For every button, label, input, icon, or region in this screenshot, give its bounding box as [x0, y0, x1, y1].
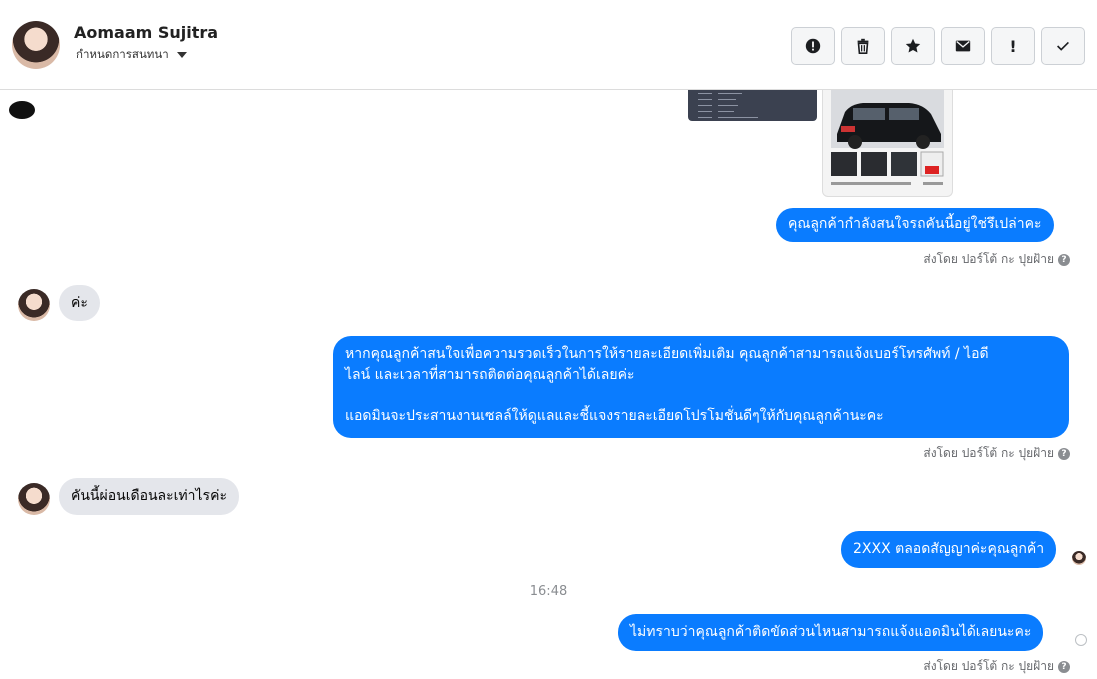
delete-button[interactable]	[841, 27, 885, 65]
exclamation-icon: !	[1009, 36, 1017, 56]
message-text-line: หากคุณลูกค้าสนใจเพื่อความรวดเร็วในการให้…	[345, 346, 989, 362]
customer-avatar[interactable]	[18, 289, 50, 321]
caret-down-icon	[176, 52, 187, 58]
sent-status-icon	[1075, 634, 1087, 646]
customer-avatar[interactable]	[18, 483, 50, 515]
page-logo	[9, 101, 35, 119]
message-text-line: แอดมินจะประสานงานเซลล์ให้ดูแลและชี้แจงรา…	[345, 408, 884, 424]
envelope-icon	[955, 40, 971, 52]
help-icon[interactable]: ?	[1058, 447, 1070, 460]
message-text-line: ไลน์ และเวลาที่สามารถติดต่อคุณลูกค้าได้เ…	[345, 367, 635, 383]
message-bubble-incoming[interactable]: คันนี้ผ่อนเดือนละเท่าไรค่ะ	[59, 478, 239, 515]
sent-by-label: ส่งโดย ปอร์โต้ กะ ปุยฝ้าย ?	[923, 444, 1070, 463]
car-image	[831, 90, 944, 185]
help-icon[interactable]: ?	[1058, 660, 1070, 673]
message-bubble-outgoing[interactable]: 2XXX ตลอดสัญญาค่ะคุณลูกค้า	[841, 531, 1057, 568]
conversation-settings-dropdown[interactable]: กำหนดการสนทนา	[76, 46, 187, 64]
star-button[interactable]	[891, 27, 935, 65]
conversation-header: Aomaam Sujitra กำหนดการสนทนา !	[0, 0, 1097, 90]
conversation-settings-label: กำหนดการสนทนา	[76, 47, 169, 61]
sent-by-label: ส่งโดย ปอร์โต้ กะ ปุยฝ้าย ?	[923, 657, 1070, 676]
trash-icon	[857, 38, 869, 55]
message-text: คุณลูกค้ากำลังสนใจรถคันนี้อยู่ใช่รึเปล่า…	[788, 216, 1042, 232]
mark-unread-button[interactable]	[941, 27, 985, 65]
seen-avatar	[1072, 551, 1086, 565]
message-bubble-incoming[interactable]: ค่ะ	[59, 285, 100, 321]
message-text: ไม่ทราบว่าคุณลูกค้าติดขัดส่วนไหนสามารถแจ…	[630, 624, 1032, 640]
message-bubble-outgoing[interactable]: คุณลูกค้ากำลังสนใจรถคันนี้อยู่ใช่รึเปล่า…	[776, 208, 1054, 242]
star-icon	[905, 38, 921, 53]
timestamp: 16:48	[529, 584, 568, 599]
sent-by-text: ส่งโดย ปอร์โต้ กะ ปุยฝ้าย	[923, 659, 1054, 673]
sent-by-text: ส่งโดย ปอร์โต้ กะ ปุยฝ้าย	[923, 446, 1054, 460]
message-bubble-outgoing[interactable]: หากคุณลูกค้าสนใจเพื่อความรวดเร็วในการให้…	[333, 336, 1069, 438]
spam-button[interactable]: !	[991, 27, 1035, 65]
shared-image-thumbnail[interactable]	[688, 90, 817, 121]
car-photo-thumbnail[interactable]	[822, 90, 953, 197]
report-button[interactable]	[791, 27, 835, 65]
sent-by-text: ส่งโดย ปอร์โต้ กะ ปุยฝ้าย	[923, 252, 1054, 266]
contact-name[interactable]: Aomaam Sujitra	[74, 23, 218, 42]
help-icon[interactable]: ?	[1058, 253, 1070, 266]
message-text: 2XXX ตลอดสัญญาค่ะคุณลูกค้า	[853, 541, 1045, 557]
message-text: คันนี้ผ่อนเดือนละเท่าไรค่ะ	[71, 488, 227, 504]
alert-circle-icon	[805, 38, 821, 54]
contact-avatar[interactable]	[12, 21, 60, 69]
header-actions: !	[791, 27, 1085, 65]
message-text: ค่ะ	[71, 295, 88, 311]
check-icon	[1057, 41, 1069, 51]
mark-done-button[interactable]	[1041, 27, 1085, 65]
sent-by-label: ส่งโดย ปอร์โต้ กะ ปุยฝ้าย ?	[923, 250, 1070, 269]
message-bubble-outgoing[interactable]: ไม่ทราบว่าคุณลูกค้าติดขัดส่วนไหนสามารถแจ…	[618, 614, 1044, 651]
